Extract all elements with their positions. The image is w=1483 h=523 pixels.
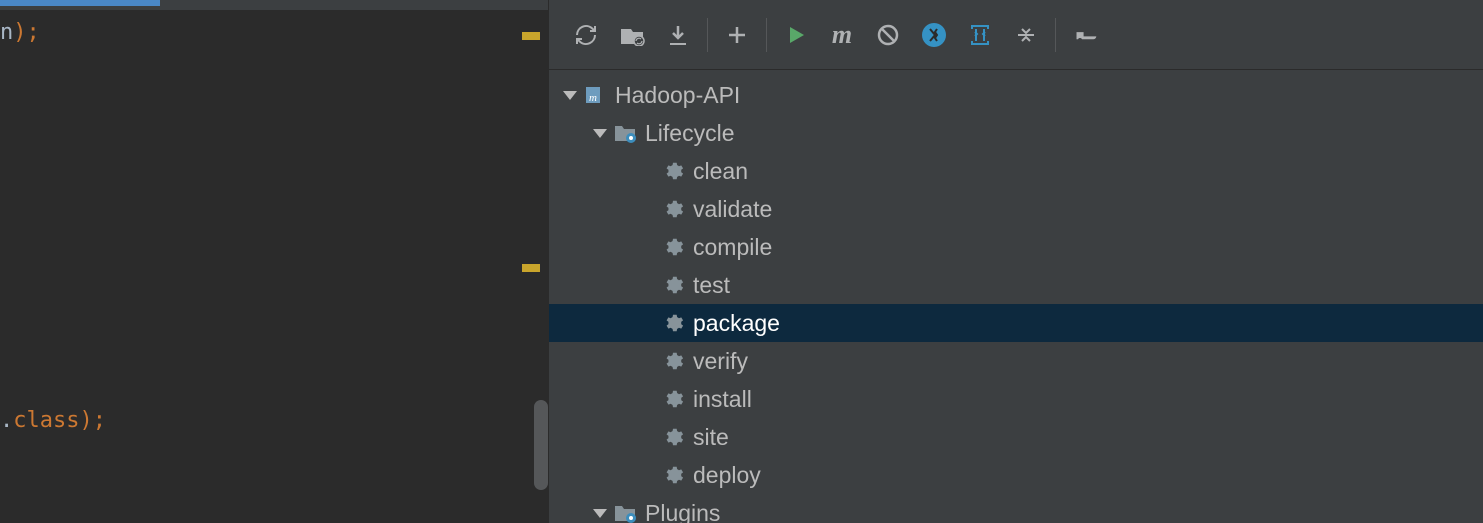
add-icon[interactable]	[714, 12, 760, 58]
svg-text:m: m	[589, 92, 597, 104]
project-node[interactable]: m Hadoop-API	[549, 76, 1483, 114]
editor-tab-bar	[0, 0, 548, 10]
lifecycle-goal-site[interactable]: site	[549, 418, 1483, 456]
warning-marker[interactable]	[522, 32, 540, 40]
maven-tree: m Hadoop-API Lifecycle clean validate comp…	[549, 70, 1483, 523]
lifecycle-goal-package[interactable]: package	[549, 304, 1483, 342]
lifecycle-goal-validate[interactable]: validate	[549, 190, 1483, 228]
lifecycle-goal-install[interactable]: install	[549, 380, 1483, 418]
goal-label: install	[693, 386, 752, 413]
gear-icon	[661, 235, 685, 259]
editor-content[interactable]: n); .class);	[0, 10, 548, 30]
goal-label: package	[693, 310, 780, 337]
generate-sources-icon[interactable]	[609, 12, 655, 58]
goal-label: deploy	[693, 462, 761, 489]
chevron-down-icon	[593, 509, 607, 518]
toolbar-separator	[1055, 18, 1056, 52]
folder-icon	[613, 501, 637, 523]
chevron-down-icon	[563, 91, 577, 100]
toolbar-separator	[766, 18, 767, 52]
goal-label: verify	[693, 348, 748, 375]
goal-label: clean	[693, 158, 748, 185]
code-line: n);	[0, 20, 40, 45]
plugins-node[interactable]: Plugins	[549, 494, 1483, 523]
warning-marker[interactable]	[522, 264, 540, 272]
gear-icon	[661, 463, 685, 487]
offline-icon[interactable]	[911, 12, 957, 58]
goal-label: compile	[693, 234, 772, 261]
maven-module-icon: m	[583, 83, 607, 107]
goal-label: site	[693, 424, 729, 451]
lifecycle-goal-clean[interactable]: clean	[549, 152, 1483, 190]
run-icon[interactable]	[773, 12, 819, 58]
maven-panel: m m Hadoop-API	[548, 0, 1483, 523]
show-dependencies-icon[interactable]	[957, 12, 1003, 58]
goal-label: test	[693, 272, 730, 299]
active-tab-indicator	[0, 0, 160, 6]
settings-icon[interactable]	[1062, 12, 1108, 58]
gear-icon	[661, 311, 685, 335]
gear-icon	[661, 425, 685, 449]
gear-icon	[661, 387, 685, 411]
toolbar-separator	[707, 18, 708, 52]
code-line: .class);	[0, 408, 106, 433]
lifecycle-goal-test[interactable]: test	[549, 266, 1483, 304]
maven-icon[interactable]: m	[819, 12, 865, 58]
lifecycle-goal-verify[interactable]: verify	[549, 342, 1483, 380]
lifecycle-node[interactable]: Lifecycle	[549, 114, 1483, 152]
goal-label: validate	[693, 196, 772, 223]
gear-icon	[661, 349, 685, 373]
gear-icon	[661, 273, 685, 297]
lifecycle-goal-deploy[interactable]: deploy	[549, 456, 1483, 494]
chevron-down-icon	[593, 129, 607, 138]
lifecycle-label: Lifecycle	[645, 120, 734, 147]
skip-tests-icon[interactable]	[865, 12, 911, 58]
plugins-label: Plugins	[645, 500, 720, 523]
editor-pane: n); .class);	[0, 0, 548, 523]
gear-icon	[661, 197, 685, 221]
download-icon[interactable]	[655, 12, 701, 58]
folder-icon	[613, 121, 637, 145]
refresh-icon[interactable]	[563, 12, 609, 58]
project-label: Hadoop-API	[615, 82, 740, 109]
collapse-all-icon[interactable]	[1003, 12, 1049, 58]
gear-icon	[661, 159, 685, 183]
scrollbar-thumb[interactable]	[534, 400, 548, 490]
maven-toolbar: m	[549, 0, 1483, 70]
lifecycle-goal-compile[interactable]: compile	[549, 228, 1483, 266]
